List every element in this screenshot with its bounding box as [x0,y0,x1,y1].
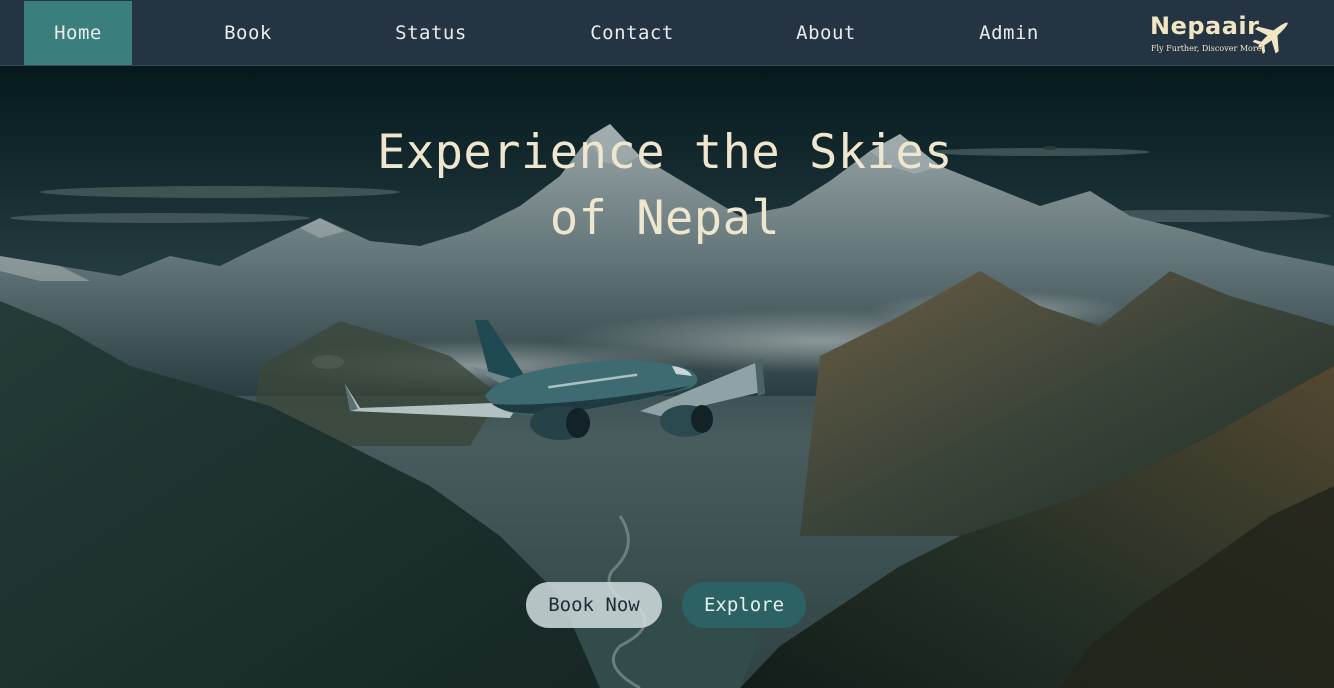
hero-title: Experience the Skies of Nepal [260,120,1070,252]
book-now-button[interactable]: Book Now [526,582,662,628]
nav-contact[interactable]: Contact [576,1,688,65]
nav-admin[interactable]: Admin [964,1,1054,65]
hero-title-line2: of Nepal [549,191,781,246]
airplane-icon [1252,22,1288,54]
nav-book[interactable]: Book [200,1,296,65]
top-nav: Home Book Status Contact About Admin Nep… [0,0,1334,66]
hero-title-line1: Experience the Skies [377,125,953,180]
nav-status[interactable]: Status [380,1,482,65]
brand-logo[interactable]: Nepaair Fly Further, Discover More [1148,12,1298,60]
logo-name: Nepaair [1150,12,1260,40]
explore-button[interactable]: Explore [682,582,806,628]
logo-tagline: Fly Further, Discover More [1151,44,1262,53]
nav-about[interactable]: About [782,1,870,65]
hero-section: Experience the Skies of Nepal Book Now E… [0,66,1334,688]
nav-home[interactable]: Home [24,1,132,65]
